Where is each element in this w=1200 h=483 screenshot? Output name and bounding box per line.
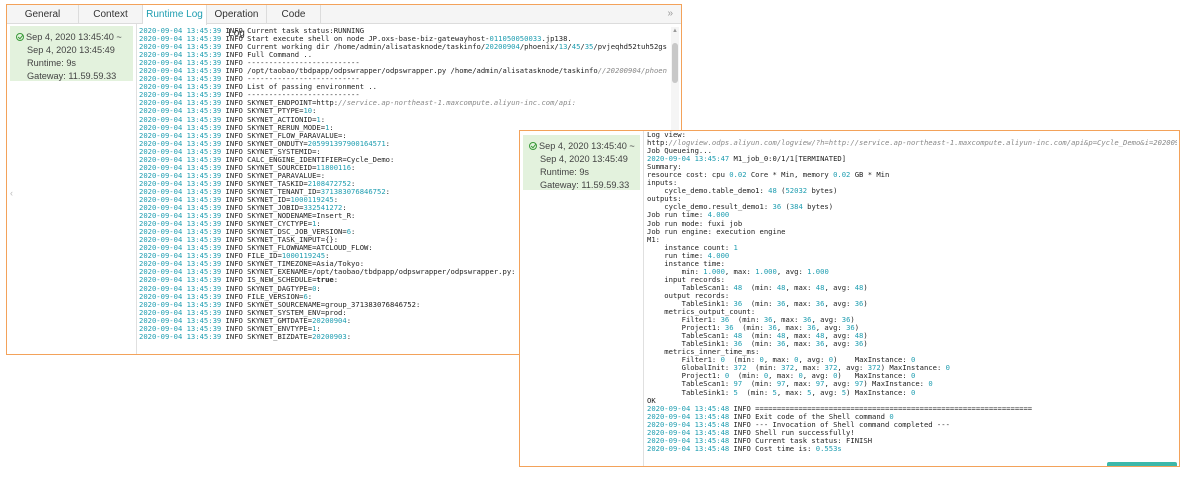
tab-bar: General Context Runtime Log Operation Lo… bbox=[7, 5, 681, 39]
log-text: Core * Min, memory bbox=[746, 170, 834, 180]
log-text: //service.ap-northeast-1.maxcompute.aliy… bbox=[338, 98, 577, 108]
log-text: bytes) bbox=[802, 202, 834, 212]
log-text: , avg: bbox=[824, 298, 855, 308]
log-text: 1 bbox=[733, 242, 738, 252]
log-text: , avg: bbox=[776, 266, 808, 276]
tab-code[interactable]: Code bbox=[267, 5, 321, 24]
run-end-time: Sep 4, 2020 13:45:49 bbox=[27, 45, 115, 55]
tab-context[interactable]: Context bbox=[79, 5, 143, 24]
success-check-icon bbox=[16, 33, 24, 41]
run-start-time: Sep 4, 2020 13:45:40 ~ bbox=[26, 32, 122, 42]
log-text: /pvjeqhd52tuh52gs3xjkhf4 bbox=[593, 42, 667, 52]
log-text: : bbox=[351, 227, 356, 237]
log-text: //logview.odps.aliyun.com/logview/?h=htt… bbox=[668, 138, 1177, 148]
run-end-time: Sep 4, 2020 13:45:49 bbox=[540, 154, 628, 164]
log-text: TableSink1: bbox=[647, 387, 734, 397]
log-text: M1_job_0:0/1/1[TERMINATED] bbox=[729, 154, 847, 164]
run-info-box: Sep 4, 2020 13:45:40 ~ Sep 4, 2020 13:45… bbox=[523, 135, 640, 190]
run-runtime: Runtime: 9s bbox=[27, 58, 77, 68]
log-text: bytes) bbox=[807, 186, 838, 196]
log-text: ) bbox=[863, 298, 868, 308]
log-line: min: 1.000, max: 1.000, avg: 1.000 bbox=[647, 266, 1177, 276]
log-text: , max: bbox=[785, 339, 816, 349]
log-text: ) bbox=[863, 282, 868, 292]
log-text: 0 bbox=[911, 387, 916, 397]
log-line: Job run engine: execution engine bbox=[647, 226, 1177, 236]
run-start-time: Sep 4, 2020 13:45:40 ~ bbox=[539, 141, 635, 151]
log-text: 48 bbox=[733, 282, 743, 292]
log-text: 48 bbox=[768, 186, 777, 196]
log-line: run time: 4.000 bbox=[647, 251, 1177, 260]
log-text: 384 bbox=[789, 202, 803, 212]
log-text: , max: bbox=[785, 298, 816, 308]
log-text: (min: bbox=[737, 387, 773, 397]
log-text: /phoenix/ bbox=[519, 42, 559, 52]
log-line: cycle_demo.table_demo1: 48 (52032 bytes) bbox=[647, 187, 1177, 195]
log-text: , avg: bbox=[824, 282, 855, 292]
log-text: Job run engine: execution engine bbox=[647, 226, 786, 236]
column-divider bbox=[136, 24, 137, 354]
column-divider bbox=[643, 131, 644, 466]
action-button-edge[interactable] bbox=[1107, 462, 1177, 466]
side-collapse-handle[interactable]: ‹ bbox=[10, 188, 13, 198]
collapse-chevron-icon[interactable]: » bbox=[667, 8, 673, 19]
log-text: , max: bbox=[724, 266, 756, 276]
log-text: : bbox=[385, 138, 390, 148]
log-text: 20200903 bbox=[312, 331, 347, 341]
run-gateway: Gateway: 11.59.59.33 bbox=[540, 180, 630, 190]
scroll-up-arrow-icon[interactable]: ▲ bbox=[671, 27, 679, 35]
log-text: 20200904 bbox=[485, 42, 520, 52]
log-text: : bbox=[333, 275, 339, 285]
log-text: 0.02 bbox=[729, 170, 747, 180]
log-text: , max: bbox=[776, 387, 808, 397]
log-timestamp: 2020-09-04 13:45:48 bbox=[647, 443, 730, 453]
runtime-log-panel-end: Sep 4, 2020 13:45:40 ~ Sep 4, 2020 13:45… bbox=[519, 130, 1180, 467]
tab-runtime-log[interactable]: Runtime Log bbox=[143, 5, 207, 25]
log-text: : bbox=[351, 162, 356, 172]
tab-operation-log[interactable]: Operation Log bbox=[207, 5, 267, 39]
log-text: 0.553s bbox=[815, 443, 842, 453]
log-line: TableSink1: 5 (min: 5, max: 5, avg: 5) M… bbox=[647, 387, 1177, 397]
log-text: 36 bbox=[772, 202, 782, 212]
log-text: //20200904/phoenix/13/4 bbox=[597, 66, 667, 76]
log-text: 1.000 bbox=[755, 266, 777, 276]
log-text: ) bbox=[863, 339, 868, 349]
log-text: , avg: bbox=[811, 387, 842, 397]
log-text: , avg: bbox=[824, 339, 855, 349]
log-text: ) MaxInstance: bbox=[846, 387, 911, 397]
log-text: 1.000 bbox=[807, 266, 829, 276]
log-text: (min: bbox=[742, 282, 777, 292]
log-text: INFO SKYNET_BIZDATE= bbox=[221, 331, 313, 341]
log-text: GB * Min bbox=[850, 170, 890, 180]
log-output: Log view: http://logview.odps.aliyun.com/… bbox=[647, 131, 1177, 464]
log-text: 0 bbox=[945, 363, 950, 373]
log-text: : bbox=[316, 283, 321, 293]
log-line: resource cost: cpu 0.02 Core * Min, memo… bbox=[647, 171, 1177, 179]
log-text: : bbox=[346, 315, 352, 325]
run-runtime: Runtime: 9s bbox=[540, 167, 590, 177]
log-text: ( bbox=[781, 202, 790, 212]
run-gateway: Gateway: 11.59.59.33 bbox=[27, 71, 117, 81]
log-text: 0 bbox=[928, 379, 933, 389]
log-line: 2020-09-04 13:45:47 M1_job_0:0/1/1[TERMI… bbox=[647, 155, 1177, 163]
log-text: : bbox=[346, 331, 352, 341]
log-timestamp: 2020-09-04 13:45:39 bbox=[139, 331, 222, 341]
scroll-thumb[interactable] bbox=[672, 43, 678, 83]
success-check-icon bbox=[529, 142, 537, 150]
log-text: , max: bbox=[785, 282, 816, 292]
tab-general[interactable]: General bbox=[7, 5, 79, 24]
log-text: 0.02 bbox=[833, 170, 851, 180]
log-line: 2020-09-04 13:45:48 INFO Cost time is: 0… bbox=[647, 443, 1177, 453]
run-info-box: Sep 4, 2020 13:45:40 ~ Sep 4, 2020 13:45… bbox=[10, 26, 133, 81]
log-text: : bbox=[385, 186, 390, 196]
log-text: INFO Cost time is: bbox=[729, 443, 816, 453]
log-text: 52032 bbox=[785, 186, 808, 196]
log-line: http://logview.odps.aliyun.com/logview/?… bbox=[647, 139, 1177, 147]
